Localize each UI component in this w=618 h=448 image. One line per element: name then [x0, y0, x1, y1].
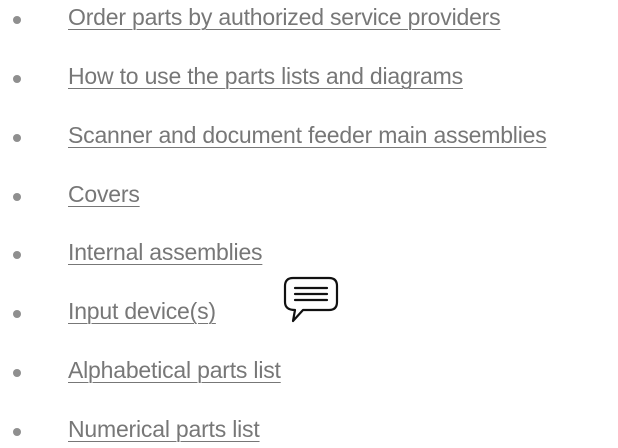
link-alphabetical-parts-list[interactable]: Alphabetical parts list [68, 359, 281, 382]
list-item: Order parts by authorized service provid… [0, 0, 618, 40]
link-input-devices[interactable]: Input device(s) [68, 300, 216, 323]
bullet-icon [13, 251, 21, 259]
bullet-icon [13, 310, 21, 318]
link-scanner-assemblies[interactable]: Scanner and document feeder main assembl… [68, 124, 547, 147]
list-item: Numerical parts list [0, 408, 618, 448]
list-item: How to use the parts lists and diagrams [0, 58, 618, 98]
bullet-icon [13, 75, 21, 83]
list-item: Scanner and document feeder main assembl… [0, 117, 618, 157]
list-item: Internal assemblies [0, 233, 618, 273]
bullet-icon [13, 369, 21, 377]
bullet-icon [13, 428, 21, 436]
list-item: Covers [0, 175, 618, 215]
comment-icon[interactable] [283, 276, 339, 324]
list-item: Alphabetical parts list [0, 350, 618, 390]
bullet-icon [13, 193, 21, 201]
bullet-icon [13, 134, 21, 142]
link-internal-assemblies[interactable]: Internal assemblies [68, 241, 263, 264]
link-how-to-use[interactable]: How to use the parts lists and diagrams [68, 65, 463, 88]
bullet-icon [13, 16, 21, 24]
link-order-parts[interactable]: Order parts by authorized service provid… [68, 6, 501, 29]
link-covers[interactable]: Covers [68, 183, 140, 206]
link-numerical-parts-list[interactable]: Numerical parts list [68, 418, 260, 441]
